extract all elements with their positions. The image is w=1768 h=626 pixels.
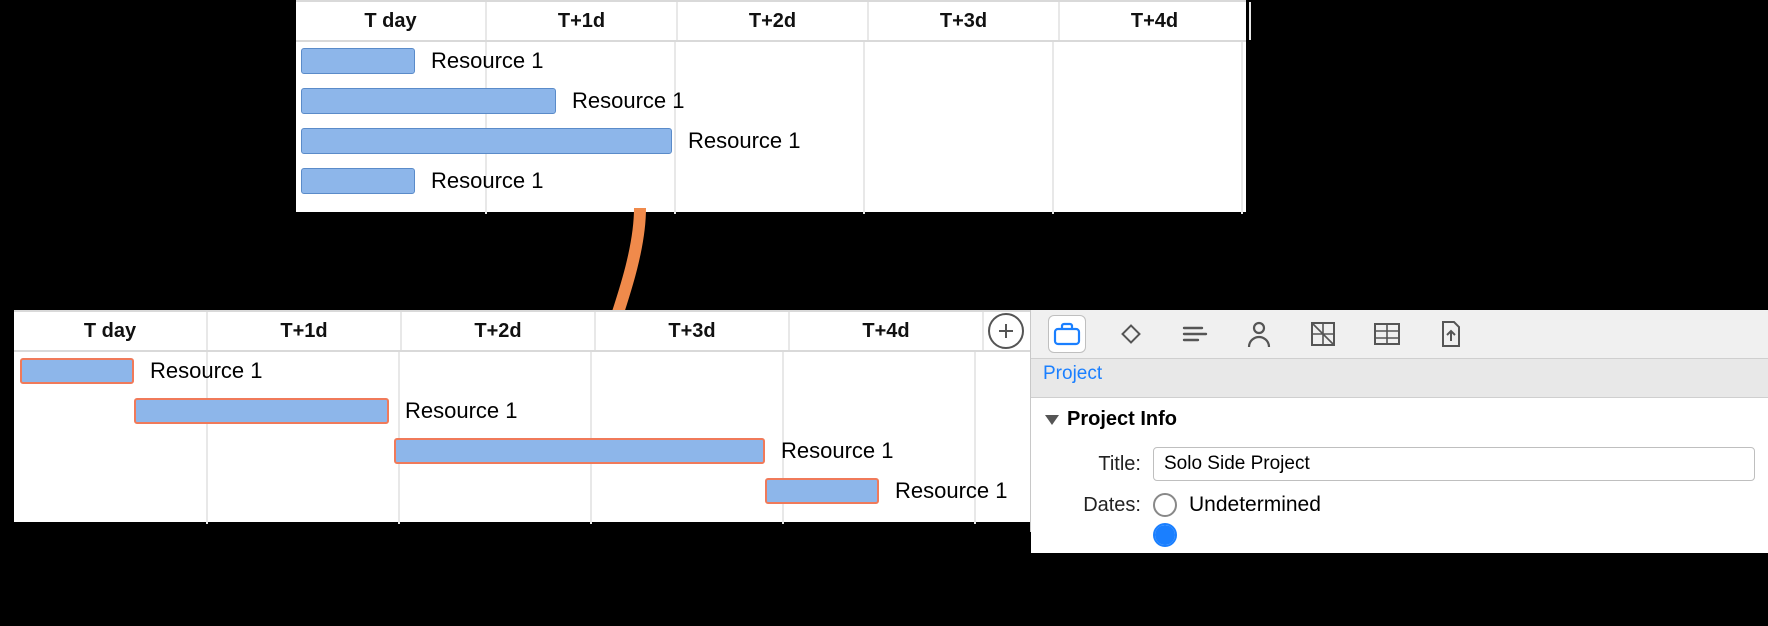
timeline-column: T+2d	[402, 312, 596, 350]
timeline-column: T+2d	[678, 2, 869, 40]
tab-styles[interactable]	[1305, 316, 1341, 352]
timeline-header: T dayT+1dT+2dT+3dT+4d	[14, 310, 1030, 352]
inspector-section: Project Info Title: Dates: Undetermined	[1031, 398, 1768, 553]
gantt-row: Resource 1	[296, 162, 1246, 202]
task-label: Resource 1	[895, 478, 1008, 504]
section-header[interactable]: Project Info	[1031, 398, 1768, 441]
tab-resource[interactable]	[1241, 316, 1277, 352]
task-label: Resource 1	[150, 358, 263, 384]
dates-label: Dates:	[1045, 494, 1141, 517]
timeline-header: T dayT+1dT+2dT+3dT+4d	[296, 0, 1246, 42]
briefcase-icon	[1052, 321, 1082, 347]
task-bar[interactable]	[765, 478, 879, 504]
timeline-column: T+3d	[869, 2, 1060, 40]
timeline-column: T+3d	[596, 312, 790, 350]
timeline-column: T day	[14, 312, 208, 350]
task-label: Resource 1	[688, 128, 801, 154]
task-label: Resource 1	[781, 438, 894, 464]
dates-radio-undetermined[interactable]	[1153, 493, 1177, 517]
task-bar[interactable]	[301, 48, 415, 74]
task-bar[interactable]	[134, 398, 389, 424]
dates-radio-specific[interactable]	[1153, 523, 1177, 547]
timeline-column: T day	[296, 2, 487, 40]
title-field[interactable]	[1153, 447, 1755, 481]
milestone-lines-icon	[1180, 322, 1210, 346]
gantt-row: Resource 1	[14, 472, 1030, 512]
gantt-row: Resource 1	[14, 432, 1030, 472]
timeline-column: T+4d	[1060, 2, 1251, 40]
task-label: Resource 1	[431, 48, 544, 74]
dates-option-undetermined: Undetermined	[1189, 493, 1321, 517]
task-bar[interactable]	[20, 358, 134, 384]
gantt-row: Resource 1	[296, 122, 1246, 162]
gantt-body: Resource 1Resource 1Resource 1Resource 1	[14, 352, 1030, 524]
task-label: Resource 1	[405, 398, 518, 424]
title-label: Title:	[1045, 453, 1141, 476]
document-share-icon	[1438, 319, 1464, 349]
timeline-column: T+4d	[790, 312, 984, 350]
timeline-column: T+1d	[208, 312, 402, 350]
gantt-row: Resource 1	[296, 42, 1246, 82]
tab-milestone[interactable]	[1113, 316, 1149, 352]
inspector-tab-label: Project	[1031, 359, 1768, 398]
timeline-column: T+1d	[487, 2, 678, 40]
inspector-panel: Project Project Info Title: Dates: Undet…	[1030, 310, 1768, 532]
task-bar[interactable]	[301, 128, 672, 154]
person-icon	[1246, 320, 1272, 348]
gantt-row: Resource 1	[296, 82, 1246, 122]
tab-custom-data[interactable]	[1369, 316, 1405, 352]
disclosure-triangle-icon	[1045, 415, 1059, 425]
task-bar[interactable]	[301, 168, 415, 194]
task-label: Resource 1	[431, 168, 544, 194]
diamond-icon	[1117, 320, 1145, 348]
gantt-row: Resource 1	[14, 352, 1030, 392]
styles-icon	[1309, 320, 1337, 348]
gantt-row: Resource 1	[14, 392, 1030, 432]
tab-task[interactable]	[1177, 316, 1213, 352]
gantt-body: Resource 1Resource 1Resource 1Resource 1	[296, 42, 1246, 214]
gantt-after: T dayT+1dT+2dT+3dT+4d Resource 1Resource…	[14, 310, 1030, 522]
table-icon	[1372, 321, 1402, 347]
gantt-before: T dayT+1dT+2dT+3dT+4d Resource 1Resource…	[296, 0, 1246, 212]
zoom-in-button[interactable]	[988, 313, 1024, 349]
tab-project[interactable]	[1049, 316, 1085, 352]
task-bar[interactable]	[301, 88, 556, 114]
task-label: Resource 1	[572, 88, 685, 114]
tab-attachments[interactable]	[1433, 316, 1469, 352]
inspector-tabs	[1031, 310, 1768, 359]
task-bar[interactable]	[394, 438, 765, 464]
section-title-text: Project Info	[1067, 408, 1177, 431]
